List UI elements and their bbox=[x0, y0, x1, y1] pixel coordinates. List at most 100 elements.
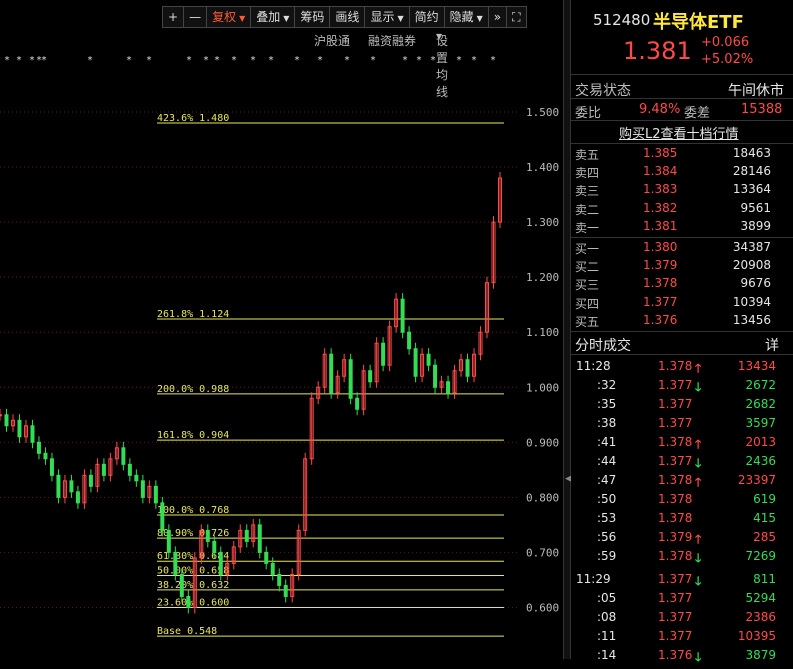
tick-row: :44 1.377 🡓 2436 bbox=[571, 452, 793, 471]
buy-level-row[interactable]: 买五 1.376 13456 bbox=[571, 312, 793, 330]
event-markers: * * * ** * * * * * * * * * * * * * * * * * * * bbox=[4, 55, 496, 66]
candle-body bbox=[257, 524, 262, 553]
level-price: 1.378 bbox=[643, 276, 678, 291]
l2-purchase-link[interactable]: 购买L2查看十档行情 bbox=[619, 123, 739, 142]
candle-body bbox=[400, 298, 405, 333]
chart-grid bbox=[0, 111, 518, 608]
event-marker: * bbox=[126, 55, 132, 66]
candle-body bbox=[205, 529, 210, 542]
candle-body bbox=[433, 364, 438, 388]
ticks-detail-button[interactable]: 详 bbox=[765, 335, 779, 355]
tick-row: :14 1.376 🡓 3879 bbox=[571, 646, 793, 665]
panel-splitter[interactable]: ◀ bbox=[563, 0, 572, 659]
kline-chart[interactable]: + — 复权 ▼ 叠加 ▼ 筹码 画线 显示 ▼ 简约 隐藏 ▼ » ⛶ 沪股通 融资融… bbox=[0, 0, 563, 659]
event-marker: * bbox=[471, 55, 477, 66]
event-marker: * bbox=[87, 55, 93, 66]
tick-price: 1.377 bbox=[658, 629, 693, 643]
candle-body bbox=[17, 419, 22, 438]
candle-body bbox=[387, 326, 392, 366]
tick-time: 11:28 bbox=[576, 359, 611, 373]
hgt-link[interactable]: 沪股通 bbox=[314, 32, 350, 49]
sell-level-row[interactable]: 卖一 1.381 3899 bbox=[571, 218, 793, 236]
more-icon[interactable]: » bbox=[487, 6, 508, 28]
divider bbox=[571, 143, 793, 144]
candle-body bbox=[420, 353, 425, 377]
chips-button[interactable]: 筹码 bbox=[294, 6, 331, 28]
overlay-dropdown[interactable]: 叠加 ▼ bbox=[250, 6, 296, 28]
event-marker: * bbox=[294, 55, 300, 66]
y-tick-label: 0.600 bbox=[526, 601, 559, 614]
adjust-label: 复权 bbox=[212, 10, 237, 24]
level-price: 1.380 bbox=[643, 240, 678, 254]
fib-label: 423.6% 1.480 bbox=[157, 113, 229, 124]
status-label: 交易状态 bbox=[575, 83, 631, 99]
draw-line-button[interactable]: 画线 bbox=[329, 6, 366, 28]
candle-body bbox=[10, 419, 15, 427]
level-volume: 18463 bbox=[732, 146, 771, 160]
level-label: 卖一 bbox=[575, 220, 600, 235]
zoom-in-button[interactable]: + bbox=[162, 6, 185, 28]
tick-price: 1.378 bbox=[658, 492, 693, 506]
sell-level-row[interactable]: 卖五 1.385 18463 bbox=[571, 145, 793, 163]
tick-time: 11:29 bbox=[576, 572, 611, 586]
margin-link[interactable]: 融资融券 bbox=[368, 32, 416, 49]
candle-body bbox=[62, 480, 67, 498]
candle-body bbox=[121, 447, 126, 465]
sell-level-row[interactable]: 卖二 1.382 9561 bbox=[571, 200, 793, 218]
level-price: 1.382 bbox=[643, 200, 678, 215]
tick-volume: 2436 bbox=[745, 454, 776, 468]
event-marker: * bbox=[29, 55, 35, 66]
tick-volume: 2013 bbox=[745, 435, 776, 449]
candle-body bbox=[335, 375, 340, 394]
tick-time: :14 bbox=[597, 648, 617, 662]
candle-body bbox=[374, 342, 379, 383]
buy-level-row[interactable]: 买一 1.380 34387 bbox=[571, 239, 793, 257]
candle-body bbox=[147, 485, 152, 498]
y-tick-label: 1.100 bbox=[526, 326, 559, 339]
sell-level-row[interactable]: 卖三 1.383 13364 bbox=[571, 181, 793, 199]
event-marker: * bbox=[268, 55, 274, 66]
candle-body bbox=[231, 546, 236, 564]
event-marker: * bbox=[16, 55, 22, 66]
fib-label: 38.20% 0.632 bbox=[157, 580, 229, 591]
y-tick-label: 1.000 bbox=[526, 381, 559, 394]
simple-button[interactable]: 简约 bbox=[408, 6, 445, 28]
chart-subbar: 沪股通 融资融券 设置均线 ▼ bbox=[0, 32, 563, 99]
event-marker: * bbox=[203, 55, 209, 66]
candle-body bbox=[303, 458, 308, 531]
candle-body bbox=[140, 480, 145, 498]
sell-level-row[interactable]: 卖四 1.384 28146 bbox=[571, 163, 793, 181]
tick-time: :56 bbox=[597, 530, 617, 544]
buy-level-row[interactable]: 买二 1.379 20908 bbox=[571, 257, 793, 275]
tick-row: :08 1.377 2386 bbox=[571, 608, 793, 627]
candle-body bbox=[472, 353, 477, 377]
fullscreen-icon[interactable]: ⛶ bbox=[506, 6, 527, 28]
display-dropdown[interactable]: 显示 ▼ bbox=[364, 6, 410, 28]
level-volume: 9561 bbox=[740, 200, 771, 215]
tick-time: :47 bbox=[597, 473, 617, 487]
tick-volume: 23397 bbox=[737, 473, 776, 487]
level-price: 1.377 bbox=[643, 294, 678, 309]
hide-dropdown[interactable]: 隐藏 ▼ bbox=[443, 6, 489, 28]
candle-body bbox=[75, 491, 80, 504]
adjust-dropdown[interactable]: 复权 ▼ bbox=[206, 6, 252, 28]
y-tick-label: 1.300 bbox=[526, 216, 559, 229]
tick-time: :32 bbox=[597, 378, 617, 392]
candle-body bbox=[413, 348, 418, 377]
buy-level-row[interactable]: 买四 1.377 10394 bbox=[571, 294, 793, 312]
candle-body bbox=[394, 298, 399, 328]
candle-body bbox=[283, 584, 288, 597]
candle-body bbox=[361, 370, 366, 410]
tick-volume: 10395 bbox=[737, 629, 776, 643]
level-price: 1.376 bbox=[643, 312, 678, 327]
fib-label: 161.8% 0.904 bbox=[157, 430, 229, 441]
level-label: 卖四 bbox=[575, 166, 600, 181]
level-price: 1.379 bbox=[643, 258, 678, 273]
tick-time: :05 bbox=[597, 591, 617, 605]
buy-level-row[interactable]: 买三 1.378 9676 bbox=[571, 275, 793, 293]
level-volume: 13364 bbox=[732, 182, 771, 197]
candle-body bbox=[199, 529, 204, 559]
zoom-out-button[interactable]: — bbox=[183, 6, 208, 28]
caret-down-icon: ▼ bbox=[283, 14, 290, 23]
tick-price: 1.377 bbox=[658, 454, 693, 468]
